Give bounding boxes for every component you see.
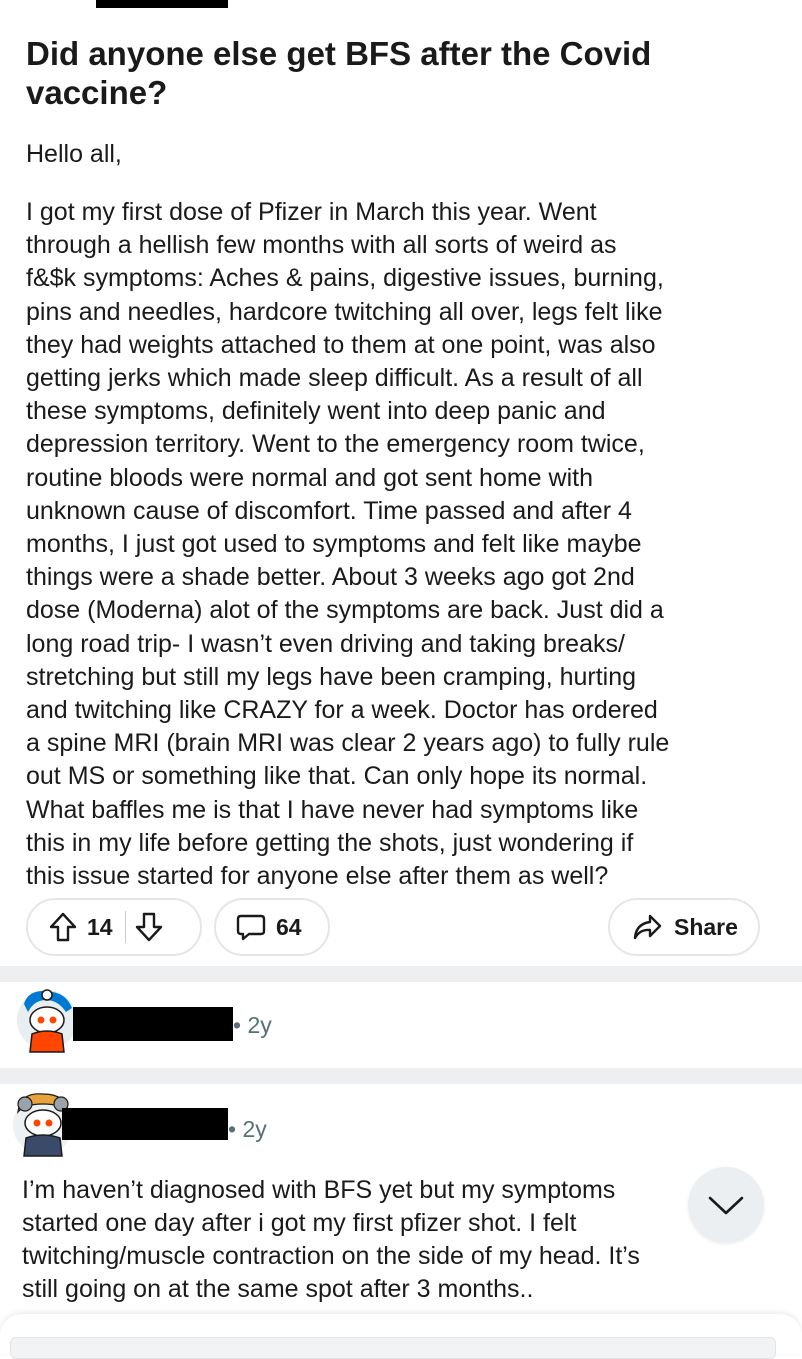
post-greeting: Hello all, bbox=[26, 140, 122, 168]
comment-count: 64 bbox=[276, 913, 302, 940]
comment-bubble-icon bbox=[236, 912, 266, 942]
comment-text: I’m haven’t diagnosed with BFS yet but m… bbox=[22, 1176, 640, 1303]
comment-age: • 2y bbox=[233, 1012, 272, 1038]
share-arrow-icon bbox=[632, 913, 662, 941]
upvote-count: 14 bbox=[87, 913, 113, 940]
section-divider bbox=[0, 1068, 802, 1084]
post-title: Did anyone else get BFS after the Covid … bbox=[26, 35, 652, 111]
vote-control: 14 bbox=[26, 898, 202, 956]
arrow-down-icon[interactable] bbox=[134, 911, 164, 943]
comments-button[interactable]: 64 bbox=[214, 898, 330, 956]
section-divider bbox=[0, 966, 802, 982]
avatar bbox=[16, 986, 78, 1053]
collapse-button[interactable] bbox=[688, 1167, 764, 1243]
chevron-down-icon bbox=[706, 1192, 746, 1218]
redacted-username bbox=[73, 1007, 233, 1041]
comment-age: • 2y bbox=[228, 1116, 267, 1142]
share-button[interactable]: Share bbox=[608, 898, 760, 956]
reply-input[interactable] bbox=[10, 1337, 776, 1359]
share-label: Share bbox=[674, 913, 738, 940]
arrow-up-icon[interactable] bbox=[48, 911, 78, 943]
redacted-username bbox=[96, 0, 228, 8]
post-body: I got my first dose of Pfizer in March t… bbox=[26, 198, 670, 891]
vote-divider bbox=[124, 911, 126, 943]
post-header bbox=[0, 0, 802, 14]
redacted-username bbox=[62, 1108, 228, 1140]
